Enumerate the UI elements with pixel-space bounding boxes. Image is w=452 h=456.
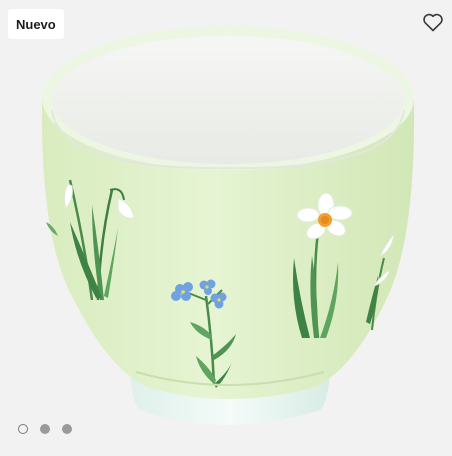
carousel-dot-1[interactable]: [18, 424, 28, 434]
heart-outline-icon: [423, 13, 443, 32]
product-image[interactable]: [0, 0, 452, 456]
product-card[interactable]: Nuevo: [0, 0, 452, 456]
new-badge: Nuevo: [8, 9, 64, 39]
image-carousel-indicators: [18, 424, 72, 434]
favorite-button[interactable]: [421, 10, 445, 34]
carousel-dot-2[interactable]: [40, 424, 50, 434]
carousel-dot-3[interactable]: [62, 424, 72, 434]
new-badge-label: Nuevo: [16, 16, 56, 32]
